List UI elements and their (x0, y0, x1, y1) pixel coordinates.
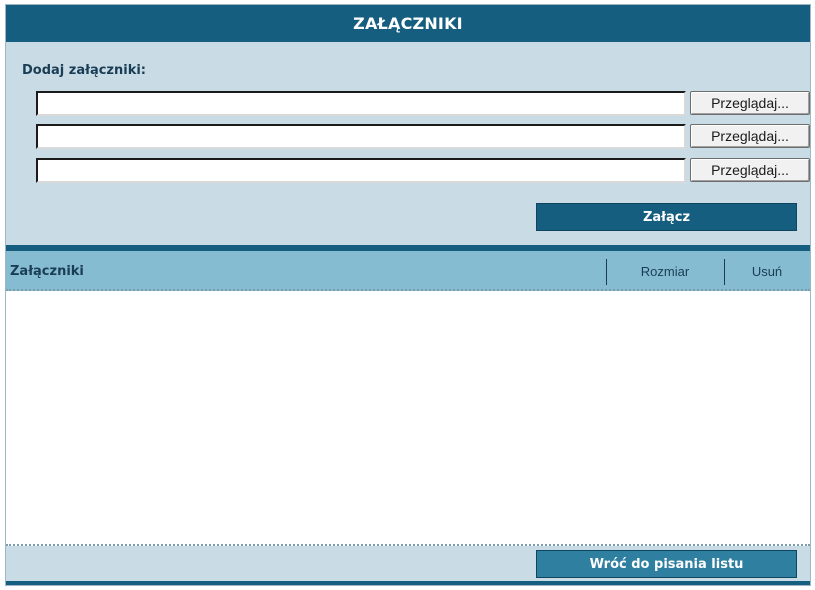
browse-button-3[interactable]: Przeglądaj... (690, 158, 810, 182)
file-row-2: Przeglądaj... (36, 124, 811, 154)
attachments-panel: ZAŁĄCZNIKI Dodaj załączniki: Przeglądaj.… (5, 4, 811, 586)
file-path-input-2[interactable] (36, 124, 686, 149)
attachments-list (6, 291, 810, 546)
column-header-attachments[interactable]: Załączniki (10, 251, 84, 291)
back-to-compose-button[interactable]: Wróć do pisania listu (536, 550, 797, 578)
bottom-bar (6, 581, 810, 585)
column-header-size[interactable]: Rozmiar (606, 251, 724, 291)
add-attachments-label: Dodaj załączniki: (22, 63, 147, 78)
file-row-1: Przeglądaj... (36, 91, 811, 121)
attach-button[interactable]: Załącz (536, 203, 797, 231)
file-row-3: Przeglądaj... (36, 158, 811, 188)
panel-title: ZAŁĄCZNIKI (6, 5, 810, 42)
browse-button-1[interactable]: Przeglądaj... (690, 91, 810, 115)
file-path-input-3[interactable] (36, 158, 686, 183)
browse-button-2[interactable]: Przeglądaj... (690, 124, 810, 148)
file-path-input-1[interactable] (36, 91, 686, 116)
column-header-delete[interactable]: Usuń (724, 251, 810, 291)
attachments-table-header: Załączniki Rozmiar Usuń (6, 251, 810, 291)
